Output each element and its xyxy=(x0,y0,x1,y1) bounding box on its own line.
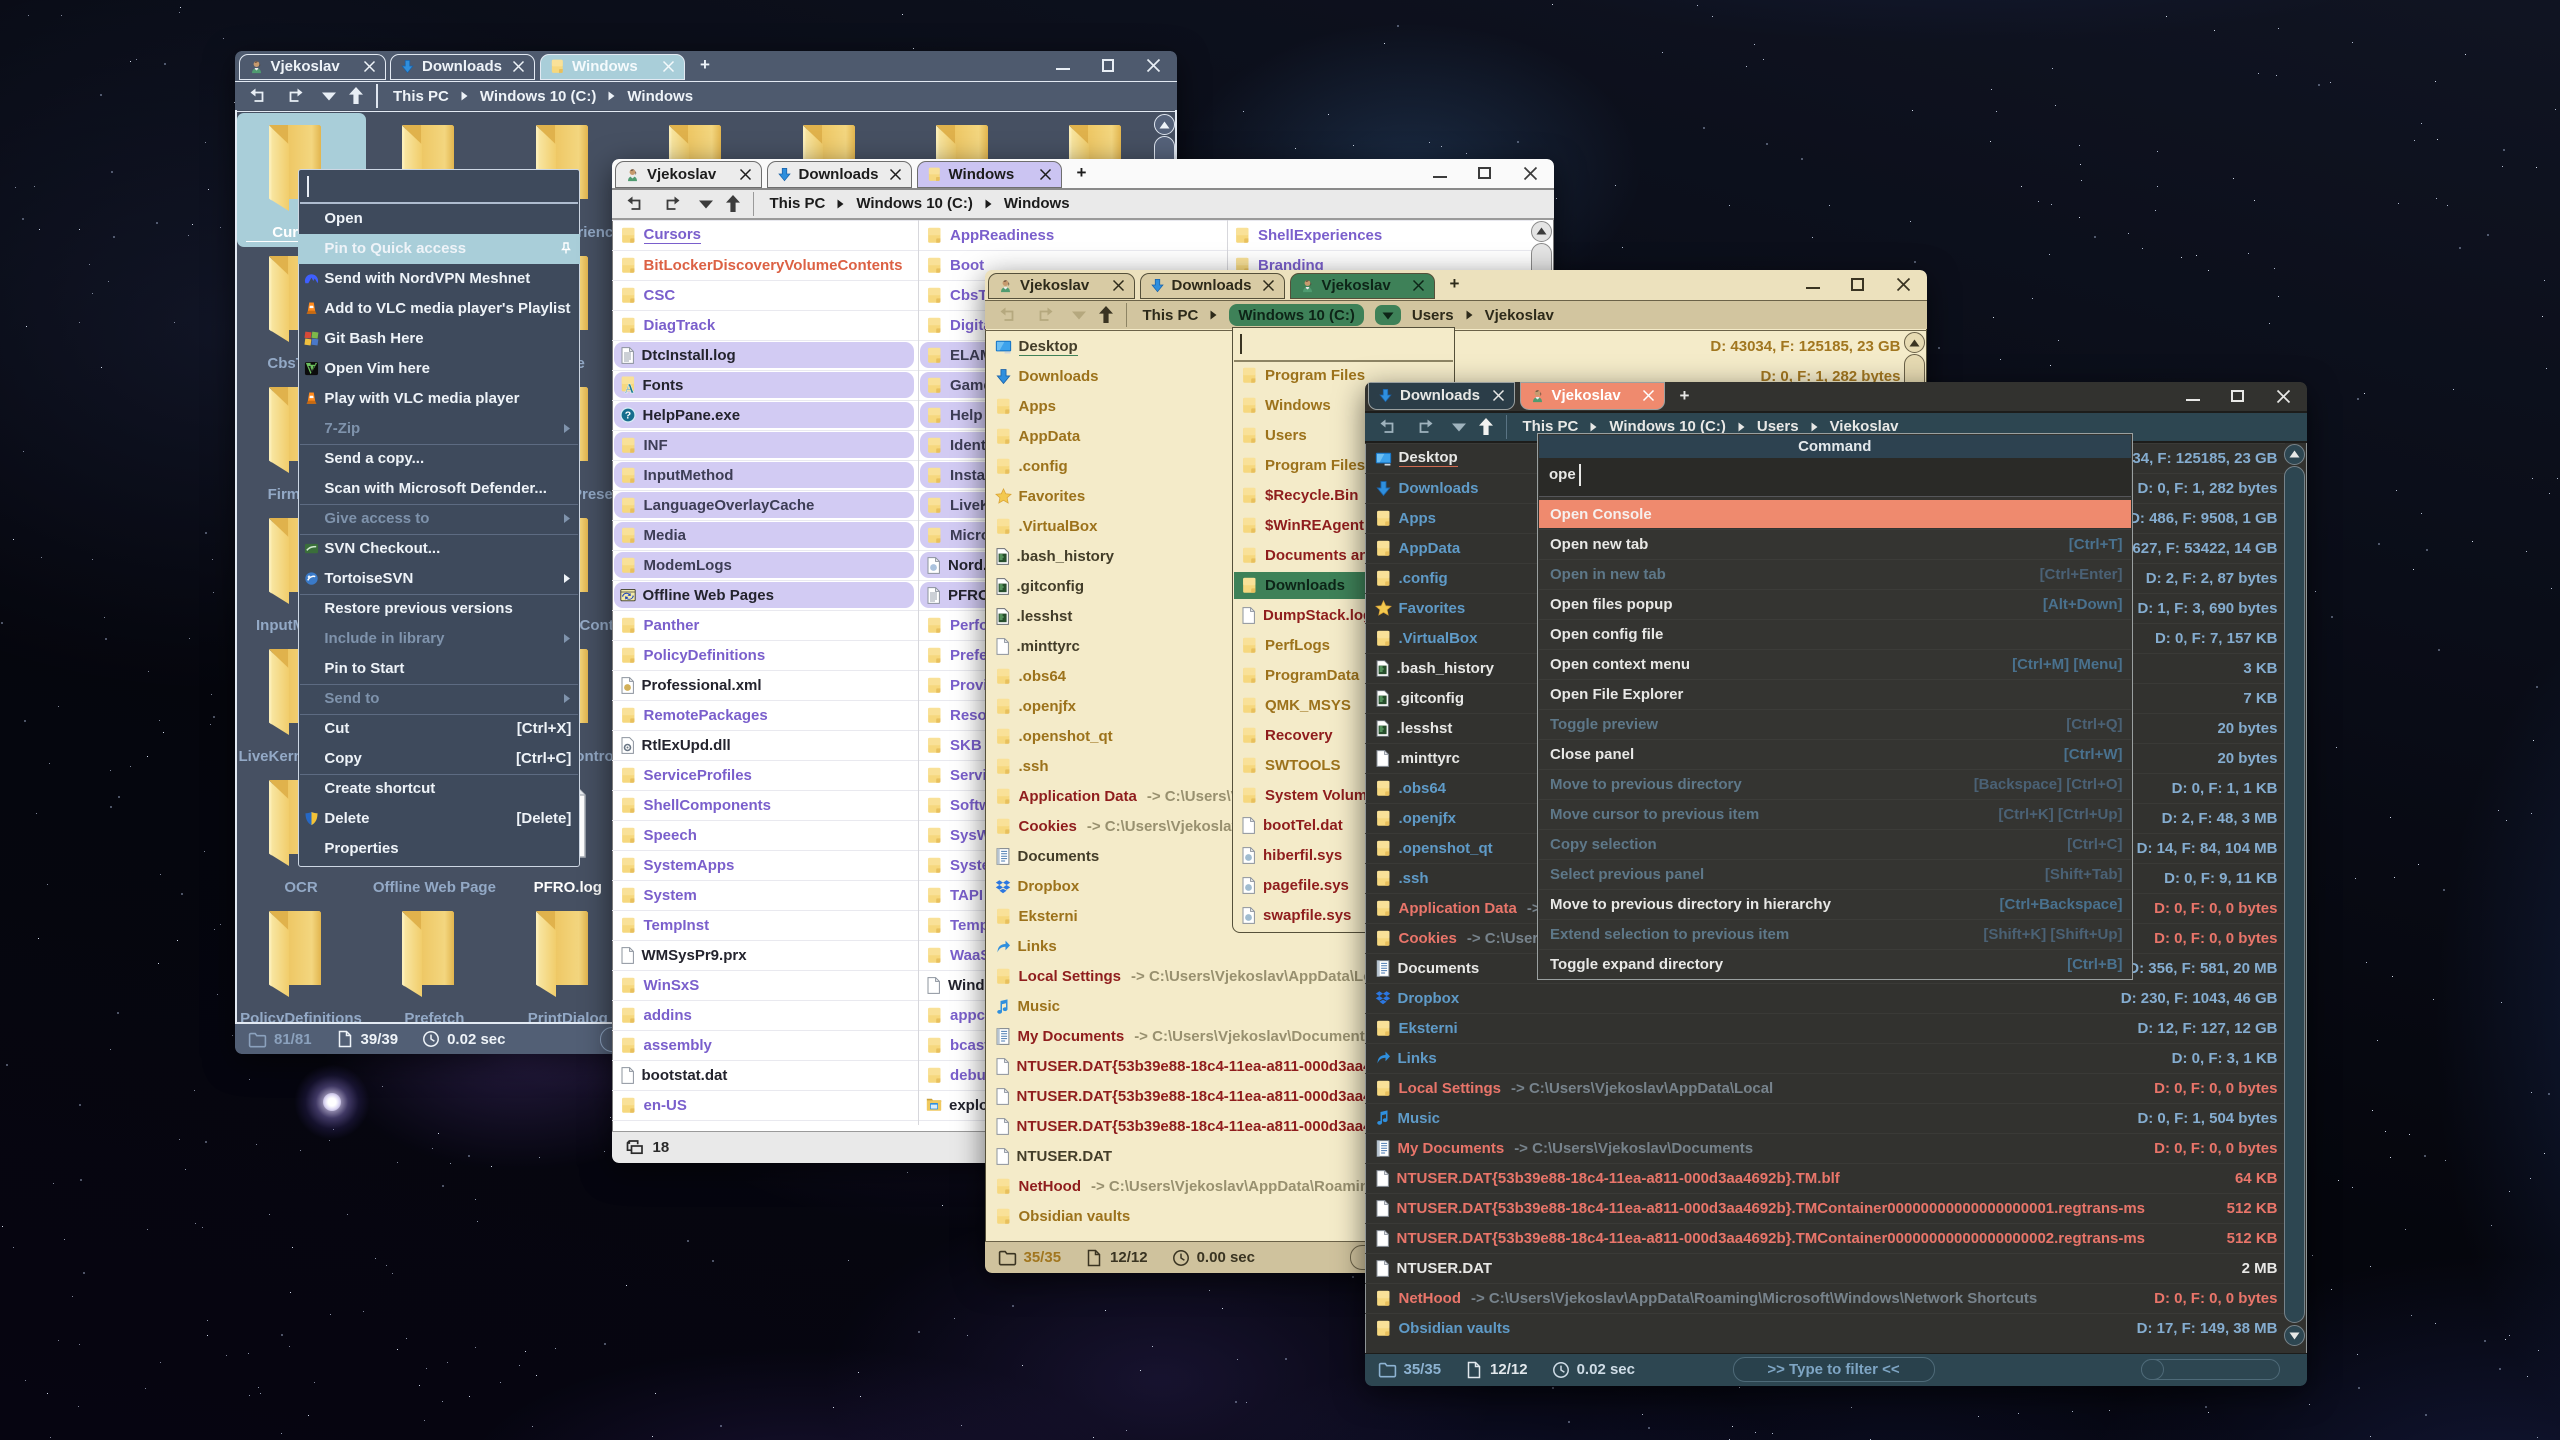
svg-text:V: V xyxy=(309,366,316,376)
svg-text:?: ? xyxy=(624,410,630,422)
svg-text:A: A xyxy=(624,381,634,394)
